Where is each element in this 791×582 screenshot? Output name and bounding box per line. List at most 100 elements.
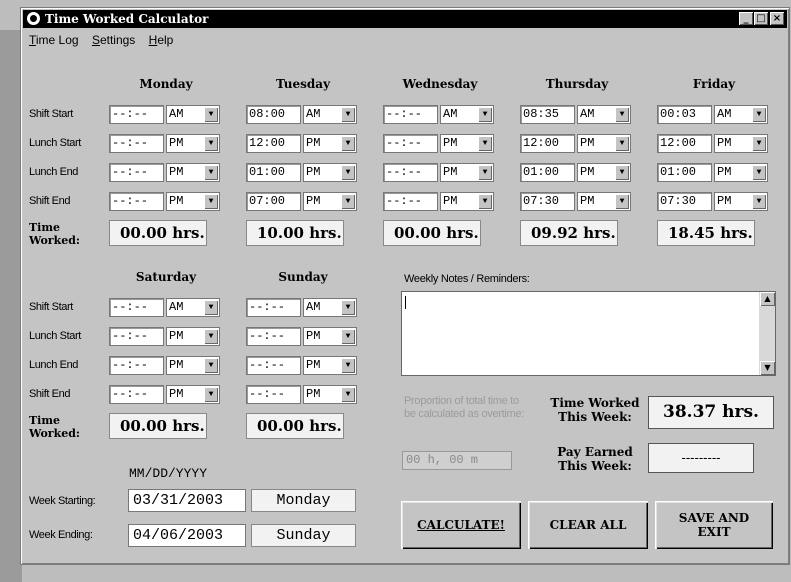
ampm-select[interactable]: PM ▼	[714, 163, 768, 182]
ampm-select[interactable]: PM ▼	[166, 385, 220, 404]
time-input[interactable]: --:--	[246, 298, 301, 317]
ampm-select[interactable]: AM ▼	[166, 105, 220, 124]
time-input[interactable]: --:--	[246, 327, 301, 346]
chevron-down-icon[interactable]: ▼	[204, 358, 218, 373]
time-input[interactable]: --:--	[109, 356, 164, 375]
chevron-down-icon[interactable]: ▼	[341, 165, 355, 180]
time-input[interactable]: --:--	[109, 327, 164, 346]
ampm-select[interactable]: PM ▼	[303, 327, 357, 346]
chevron-down-icon[interactable]: ▼	[204, 107, 218, 122]
ampm-select[interactable]: PM ▼	[577, 163, 631, 182]
time-input[interactable]: --:--	[109, 192, 164, 211]
time-input[interactable]: 07:00	[246, 192, 301, 211]
chevron-down-icon[interactable]: ▼	[341, 194, 355, 209]
ampm-select[interactable]: AM ▼	[577, 105, 631, 124]
ampm-select[interactable]: AM ▼	[166, 298, 220, 317]
chevron-down-icon[interactable]: ▼	[204, 165, 218, 180]
ampm-select[interactable]: PM ▼	[440, 134, 494, 153]
ampm-select[interactable]: PM ▼	[166, 134, 220, 153]
week-starting-input[interactable]: 03/31/2003	[128, 489, 246, 512]
time-input[interactable]: --:--	[383, 105, 438, 124]
time-input[interactable]: --:--	[109, 163, 164, 182]
ampm-select[interactable]: PM ▼	[303, 356, 357, 375]
ampm-select[interactable]: PM ▼	[714, 192, 768, 211]
time-input[interactable]: --:--	[109, 298, 164, 317]
chevron-down-icon[interactable]: ▼	[341, 329, 355, 344]
chevron-down-icon[interactable]: ▼	[341, 387, 355, 402]
week-ending-input[interactable]: 04/06/2003	[128, 524, 246, 547]
chevron-down-icon[interactable]: ▼	[341, 358, 355, 373]
menu-help[interactable]: Help	[149, 33, 174, 47]
notes-textarea[interactable]: ▲ ▼	[401, 291, 776, 376]
chevron-down-icon[interactable]: ▼	[204, 136, 218, 151]
ampm-select[interactable]: PM ▼	[303, 134, 357, 153]
time-input[interactable]: 12:00	[246, 134, 301, 153]
title-bar[interactable]: Time Worked Calculator _ □ ×	[23, 10, 787, 28]
notes-scrollbar[interactable]: ▲ ▼	[759, 292, 775, 375]
ampm-select[interactable]: PM ▼	[166, 163, 220, 182]
chevron-down-icon[interactable]: ▼	[204, 329, 218, 344]
chevron-down-icon[interactable]: ▼	[341, 107, 355, 122]
ampm-select[interactable]: PM ▼	[303, 163, 357, 182]
ampm-select[interactable]: PM ▼	[714, 134, 768, 153]
time-input[interactable]: 01:00	[246, 163, 301, 182]
ampm-select[interactable]: PM ▼	[166, 356, 220, 375]
time-input[interactable]: --:--	[383, 134, 438, 153]
ampm-select[interactable]: PM ▼	[303, 385, 357, 404]
scroll-down-icon[interactable]: ▼	[760, 361, 775, 375]
ampm-select[interactable]: PM ▼	[166, 327, 220, 346]
chevron-down-icon[interactable]: ▼	[204, 194, 218, 209]
time-input[interactable]: --:--	[246, 385, 301, 404]
chevron-down-icon[interactable]: ▼	[615, 136, 629, 151]
chevron-down-icon[interactable]: ▼	[752, 165, 766, 180]
ampm-select[interactable]: AM ▼	[303, 105, 357, 124]
chevron-down-icon[interactable]: ▼	[204, 300, 218, 315]
chevron-down-icon[interactable]: ▼	[615, 107, 629, 122]
minimize-button[interactable]: _	[739, 12, 753, 25]
time-input[interactable]: 08:00	[246, 105, 301, 124]
menu-time-log[interactable]: Time Log	[29, 33, 79, 47]
chevron-down-icon[interactable]: ▼	[615, 194, 629, 209]
chevron-down-icon[interactable]: ▼	[478, 107, 492, 122]
chevron-down-icon[interactable]: ▼	[615, 165, 629, 180]
time-input[interactable]: --:--	[109, 385, 164, 404]
time-input[interactable]: 07:30	[520, 192, 575, 211]
clock-icon[interactable]	[27, 12, 40, 25]
time-input[interactable]: --:--	[383, 163, 438, 182]
overtime-input[interactable]: 00 h, 00 m	[402, 451, 512, 470]
ampm-select[interactable]: AM ▼	[714, 105, 768, 124]
chevron-down-icon[interactable]: ▼	[478, 136, 492, 151]
chevron-down-icon[interactable]: ▼	[752, 136, 766, 151]
time-input[interactable]: 08:35	[520, 105, 575, 124]
clear-all-button[interactable]: CLEAR ALL	[528, 501, 648, 549]
close-button[interactable]: ×	[770, 12, 784, 25]
chevron-down-icon[interactable]: ▼	[752, 107, 766, 122]
chevron-down-icon[interactable]: ▼	[341, 300, 355, 315]
ampm-select[interactable]: AM ▼	[303, 298, 357, 317]
maximize-button[interactable]: □	[754, 12, 768, 25]
time-input[interactable]: --:--	[109, 105, 164, 124]
time-input[interactable]: --:--	[383, 192, 438, 211]
chevron-down-icon[interactable]: ▼	[204, 387, 218, 402]
ampm-select[interactable]: AM ▼	[440, 105, 494, 124]
ampm-select[interactable]: PM ▼	[577, 192, 631, 211]
time-input[interactable]: 01:00	[520, 163, 575, 182]
time-input[interactable]: --:--	[109, 134, 164, 153]
menu-settings[interactable]: Settings	[92, 33, 135, 47]
save-and-exit-button[interactable]: SAVE AND EXIT	[655, 501, 773, 549]
time-input[interactable]: 00:03	[657, 105, 712, 124]
chevron-down-icon[interactable]: ▼	[478, 165, 492, 180]
ampm-select[interactable]: PM ▼	[166, 192, 220, 211]
chevron-down-icon[interactable]: ▼	[341, 136, 355, 151]
chevron-down-icon[interactable]: ▼	[478, 194, 492, 209]
calculate-button[interactable]: CALCULATE!	[401, 501, 521, 549]
time-input[interactable]: 07:30	[657, 192, 712, 211]
ampm-select[interactable]: PM ▼	[440, 163, 494, 182]
time-input[interactable]: 12:00	[657, 134, 712, 153]
time-input[interactable]: 12:00	[520, 134, 575, 153]
scroll-up-icon[interactable]: ▲	[760, 292, 775, 306]
chevron-down-icon[interactable]: ▼	[752, 194, 766, 209]
ampm-select[interactable]: PM ▼	[303, 192, 357, 211]
time-input[interactable]: --:--	[246, 356, 301, 375]
time-input[interactable]: 01:00	[657, 163, 712, 182]
